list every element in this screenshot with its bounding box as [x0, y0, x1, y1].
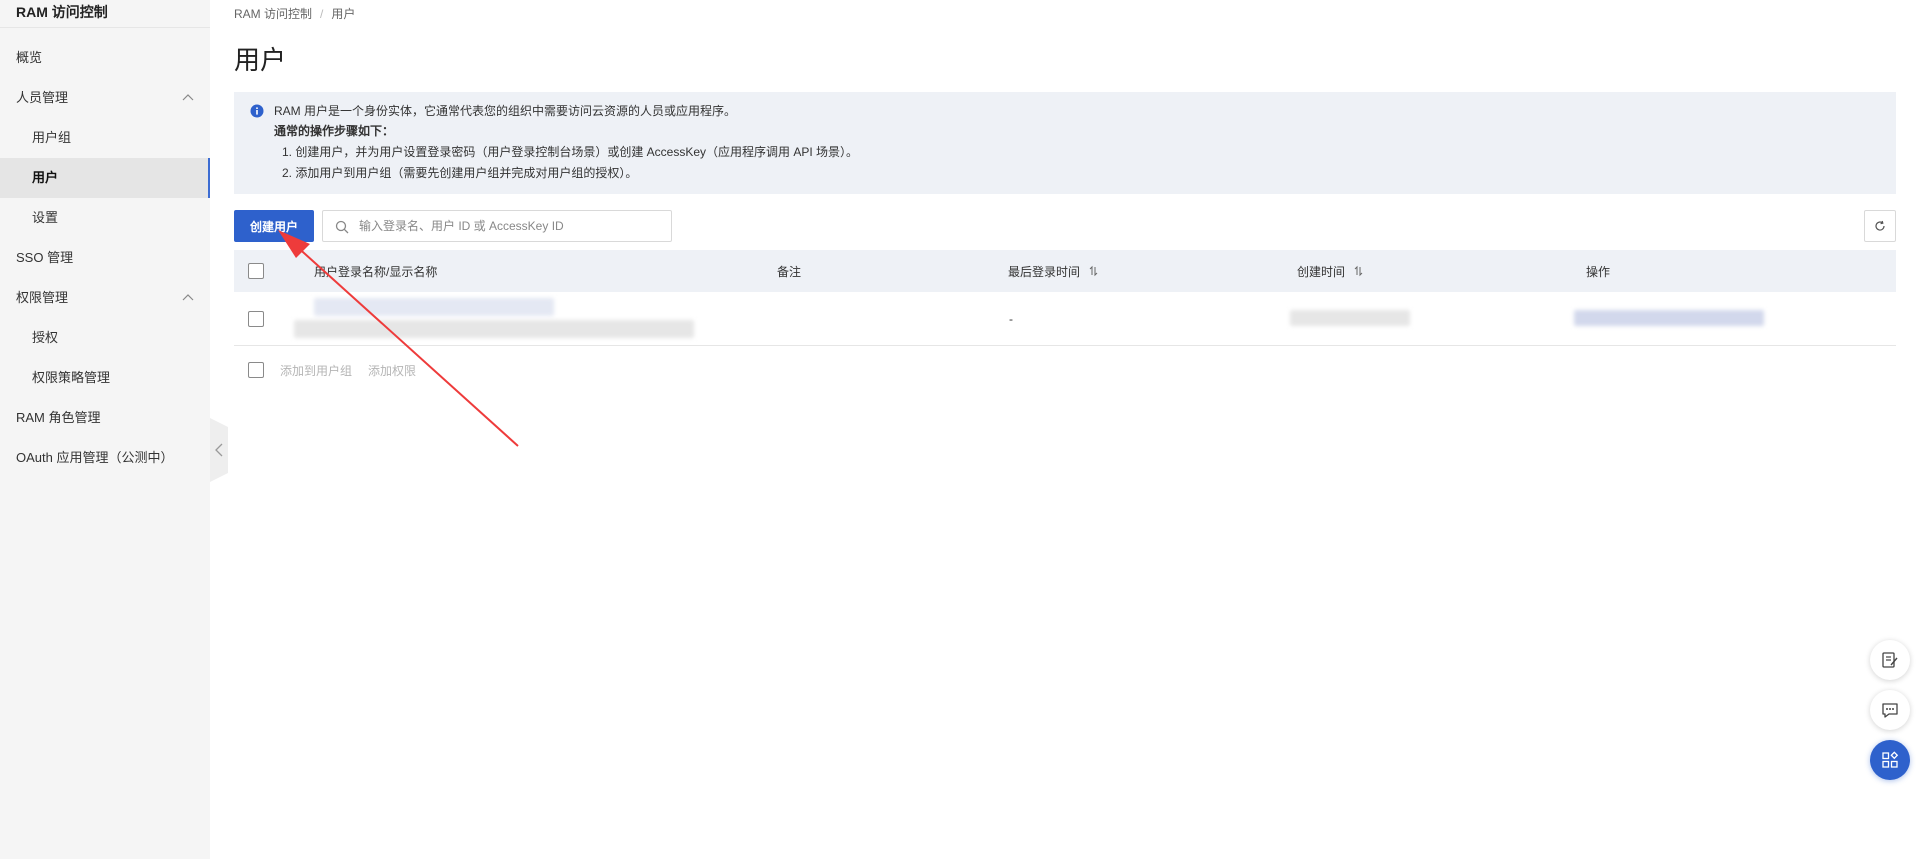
sort-icon	[1089, 265, 1098, 277]
notice-steps-title: 通常的操作步骤如下：	[274, 124, 395, 138]
refresh-icon	[1875, 220, 1885, 231]
breadcrumb: RAM 访问控制 / 用户	[234, 5, 355, 22]
apps-icon	[1882, 751, 1899, 768]
batch-actions: 添加到用户组 添加权限	[248, 360, 416, 380]
chevron-left-icon	[215, 443, 223, 457]
chevron-up-icon	[182, 294, 194, 301]
sidebar-item-settings[interactable]: 设置	[0, 198, 210, 238]
toolbar: 创建用户	[234, 210, 1896, 242]
search-icon	[335, 220, 349, 234]
redacted-created-time	[1290, 310, 1410, 326]
header-cell-note: 备注	[777, 264, 802, 279]
notice-step-1: 1. 创建用户，并为用户设置登录密码（用户登录控制台场景）或创建 AccessK…	[282, 145, 859, 159]
sidebar-item-label: 权限策略管理	[32, 370, 111, 385]
notice-step-2: 2. 添加用户到用户组（需要先创建用户组并完成对用户组的授权）。	[282, 166, 638, 180]
sidebar-collapse-handle[interactable]	[210, 418, 228, 482]
chevron-up-icon	[182, 94, 194, 101]
create-user-button[interactable]: 创建用户	[234, 210, 314, 242]
info-icon	[250, 104, 264, 118]
feedback-button[interactable]	[1870, 640, 1910, 680]
sort-icon	[1354, 265, 1363, 277]
sidebar-item-identity-management[interactable]: 人员管理	[0, 78, 210, 118]
sidebar-item-label: RAM 角色管理	[16, 410, 101, 425]
table-header: 用户登录名称/显示名称 备注 最后登录时间 创建时间 操作	[234, 250, 1896, 292]
sidebar-item-label: SSO 管理	[16, 250, 74, 265]
header-cell-created[interactable]: 创建时间	[1297, 250, 1365, 292]
edit-note-icon	[1882, 652, 1898, 668]
sidebar-item-label: 用户	[32, 170, 59, 185]
sidebar-item-label: 授权	[32, 330, 59, 345]
breadcrumb-root[interactable]: RAM 访问控制	[234, 7, 312, 21]
sidebar-item-ram-roles[interactable]: RAM 角色管理	[0, 398, 210, 438]
batch-select-checkbox[interactable]	[248, 362, 264, 378]
sidebar-item-policies[interactable]: 权限策略管理	[0, 358, 210, 398]
header-cell-name: 用户登录名称/显示名称	[314, 264, 438, 279]
sidebar-item-sso[interactable]: SSO 管理	[0, 238, 210, 278]
header-label: 创建时间	[1297, 264, 1346, 279]
header-cell-last-login[interactable]: 最后登录时间	[1008, 250, 1100, 292]
breadcrumb-current: 用户	[331, 7, 356, 21]
sidebar-item-label: 用户组	[32, 130, 72, 145]
notice-intro: RAM 用户是一个身份实体，它通常代表您的组织中需要访问云资源的人员或应用程序。	[274, 104, 737, 118]
sidebar-title: RAM 访问控制	[0, 0, 210, 28]
select-all-checkbox[interactable]	[248, 263, 264, 279]
sidebar-item-oauth-apps[interactable]: OAuth 应用管理（公测中）	[0, 438, 210, 478]
sidebar-item-label: 人员管理	[16, 90, 69, 105]
header-label: 最后登录时间	[1008, 264, 1081, 279]
sidebar-item-grants[interactable]: 授权	[0, 318, 210, 358]
chat-icon	[1882, 703, 1898, 718]
users-table: 用户登录名称/显示名称 备注 最后登录时间 创建时间 操作 -	[234, 250, 1896, 346]
apps-button[interactable]	[1870, 740, 1910, 780]
chat-button[interactable]	[1870, 690, 1910, 730]
breadcrumb-separator: /	[320, 7, 324, 21]
redacted-user-name[interactable]	[314, 298, 554, 316]
header-cell-select	[248, 250, 264, 292]
add-permission-button[interactable]: 添加权限	[368, 362, 416, 379]
sidebar: RAM 访问控制 概览 人员管理 用户组 用户 设置 SSO 管理 权限管理 授…	[0, 0, 210, 859]
page-title: 用户	[234, 45, 287, 75]
info-notice: RAM 用户是一个身份实体，它通常代表您的组织中需要访问云资源的人员或应用程序。…	[234, 92, 1896, 194]
row-cell-last-login: -	[1009, 311, 1013, 326]
search-box	[322, 210, 672, 242]
sidebar-item-label: 概览	[16, 50, 43, 65]
redacted-action-links[interactable]	[1574, 310, 1764, 326]
refresh-button[interactable]	[1864, 210, 1896, 242]
sidebar-item-label: 设置	[32, 210, 59, 225]
sidebar-item-label: OAuth 应用管理（公测中）	[16, 450, 174, 465]
main-content: RAM 访问控制 / 用户 用户 RAM 用户是一个身份实体，它通常代表您的组织中需…	[234, 0, 1896, 859]
row-cell-select	[248, 292, 264, 345]
search-input[interactable]	[359, 211, 659, 241]
table-row: -	[234, 292, 1896, 346]
row-checkbox[interactable]	[248, 310, 264, 327]
sidebar-item-user-groups[interactable]: 用户组	[0, 118, 210, 158]
redacted-display-name	[294, 320, 694, 338]
sidebar-item-users[interactable]: 用户	[0, 158, 210, 198]
sidebar-item-overview[interactable]: 概览	[0, 38, 210, 78]
sidebar-item-permission-management[interactable]: 权限管理	[0, 278, 210, 318]
add-to-group-button[interactable]: 添加到用户组	[280, 362, 352, 379]
header-cell-actions: 操作	[1586, 264, 1611, 279]
sidebar-item-label: 权限管理	[16, 290, 69, 305]
